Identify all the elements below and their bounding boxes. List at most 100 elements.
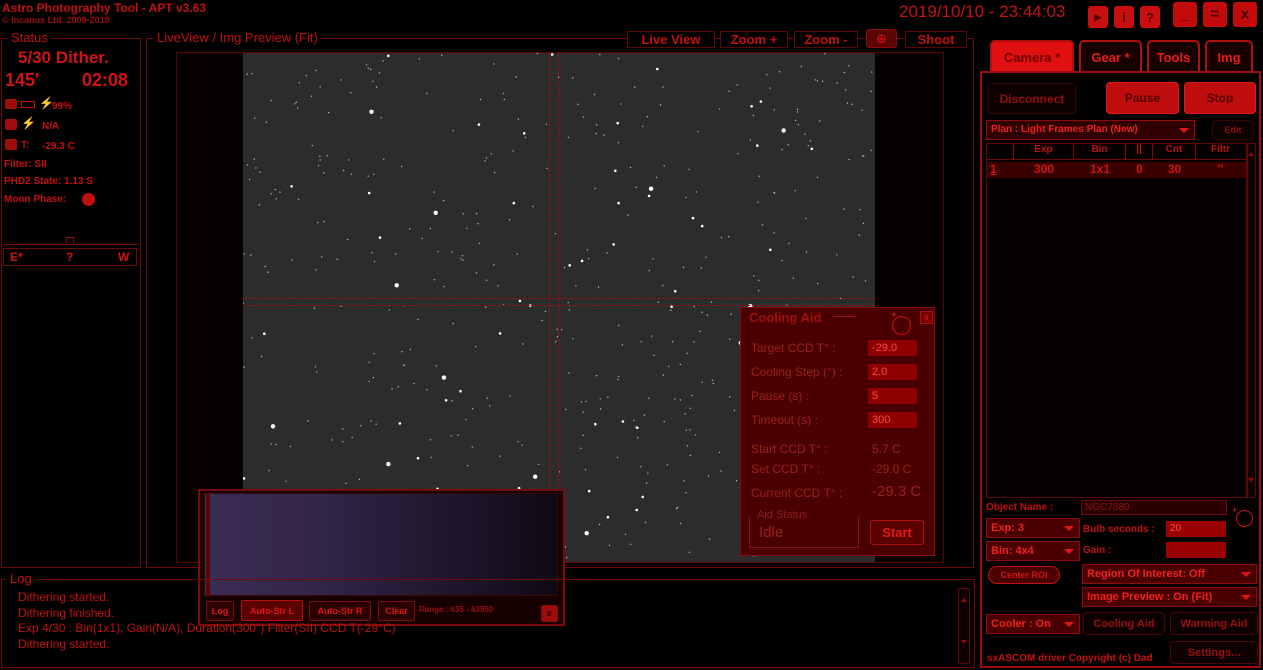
cooling-aid-button[interactable]: Cooling Aid (1083, 612, 1165, 635)
star (691, 216, 695, 220)
plan-scroll-down-icon[interactable] (1248, 478, 1254, 482)
disconnect-button[interactable]: Disconnect (988, 83, 1076, 114)
liveview-button[interactable]: Live View (627, 31, 715, 48)
tab-img[interactable]: Img (1205, 40, 1253, 72)
timeout-field[interactable]: 300 (868, 412, 917, 428)
star (635, 508, 638, 512)
star (315, 269, 317, 271)
play-icon[interactable]: ▶ (1088, 6, 1108, 28)
star (517, 441, 519, 443)
star (804, 133, 806, 135)
center-roi-button[interactable]: Center ROI (988, 566, 1060, 584)
target-ccd-field[interactable]: -29.0 (868, 340, 917, 356)
star (444, 399, 448, 402)
log-line: Dithering started. (18, 636, 110, 651)
target-ccd-label: Target CCD T° : (751, 341, 836, 355)
star (693, 305, 695, 308)
status-group-title: Status (8, 31, 51, 45)
star (686, 445, 689, 447)
star (737, 153, 739, 155)
star (683, 480, 685, 482)
star (433, 279, 436, 281)
plan-dropdown[interactable]: Plan : Light Frames Plan (New) (986, 120, 1195, 140)
star (478, 242, 481, 244)
star (443, 286, 445, 288)
star (663, 165, 665, 167)
object-name-field[interactable]: NGC7380 (1081, 500, 1227, 515)
zoom-out-button[interactable]: Zoom - (794, 31, 858, 48)
star (313, 307, 316, 309)
star (595, 132, 597, 135)
star (805, 251, 808, 253)
star (248, 178, 251, 181)
star (599, 53, 601, 56)
info-icon[interactable]: i (1114, 6, 1134, 28)
tab-gear[interactable]: Gear * (1079, 40, 1142, 72)
star (809, 140, 812, 142)
close-button[interactable]: x (1233, 2, 1257, 27)
zoom-in-button[interactable]: Zoom + (720, 31, 788, 48)
plan-scrollbar[interactable] (1247, 143, 1256, 498)
star (490, 153, 492, 155)
star (677, 506, 679, 509)
star (367, 191, 371, 195)
roi-dropdown[interactable]: Region Of Interest: Off (1082, 564, 1257, 584)
star (684, 413, 686, 415)
tab-camera[interactable]: Camera * (990, 40, 1074, 72)
cooling-aid-close-button[interactable]: x (920, 311, 933, 324)
star (462, 259, 464, 261)
set-ccd-label: Set CCD T° : (751, 462, 821, 476)
stop-button[interactable]: Stop (1184, 82, 1256, 114)
minimize-button[interactable]: _ (1173, 2, 1197, 27)
log-scroll-up-icon[interactable] (961, 598, 967, 602)
star (621, 344, 624, 346)
object-target-icon[interactable] (1236, 510, 1253, 527)
settings-button[interactable]: Settings... (1170, 641, 1258, 664)
star (659, 104, 662, 106)
plan-scroll-up-icon[interactable] (1248, 152, 1254, 156)
table-row[interactable]: 1 300 1x1 0 30 " (987, 162, 1246, 178)
help-icon[interactable]: ? (1140, 6, 1160, 28)
star (699, 330, 701, 332)
exposure-dropdown[interactable]: Exp: 3 (986, 518, 1080, 538)
star (368, 361, 370, 363)
star (689, 429, 691, 431)
star (648, 269, 650, 272)
warming-aid-button[interactable]: Warming Aid (1170, 612, 1258, 635)
star (307, 420, 309, 422)
temp-label: T: (21, 140, 30, 151)
cooling-start-button[interactable]: Start (870, 520, 924, 545)
cooler-dropdown[interactable]: Cooler : On (986, 614, 1080, 634)
star (603, 134, 605, 136)
star (418, 58, 421, 60)
star (685, 196, 687, 199)
star (788, 242, 790, 245)
shoot-button[interactable]: Shoot (905, 31, 967, 48)
image-preview-dropdown[interactable]: Image Preview : On (Fit) (1082, 587, 1257, 607)
bulb-seconds-field[interactable]: 20 (1166, 521, 1226, 537)
star (460, 258, 462, 260)
cooling-step-field[interactable]: 2.0 (868, 364, 917, 380)
tab-tools[interactable]: Tools (1147, 40, 1200, 72)
crosshair-button[interactable]: ⊕ (866, 29, 897, 48)
star (484, 160, 486, 162)
binning-dropdown[interactable]: Bin: 4x4 (986, 541, 1080, 561)
star (599, 408, 602, 410)
gain-field[interactable] (1166, 542, 1226, 558)
log-scroll-down-icon[interactable] (961, 640, 967, 644)
star (653, 354, 655, 356)
star (452, 322, 454, 325)
pause-button[interactable]: Pause (1106, 82, 1179, 114)
maximize-button[interactable]: = (1203, 2, 1227, 27)
star (386, 461, 391, 467)
plan-col-cnt: Cnt (1153, 144, 1196, 159)
star (606, 515, 610, 519)
star (560, 329, 563, 331)
star (852, 276, 854, 278)
pause-field[interactable]: 5 (868, 388, 917, 404)
edit-button[interactable]: Edit (1212, 120, 1254, 140)
moon-phase-label: Moon Phase: (4, 194, 67, 205)
star (375, 423, 377, 425)
star (616, 121, 619, 125)
star (433, 210, 438, 215)
